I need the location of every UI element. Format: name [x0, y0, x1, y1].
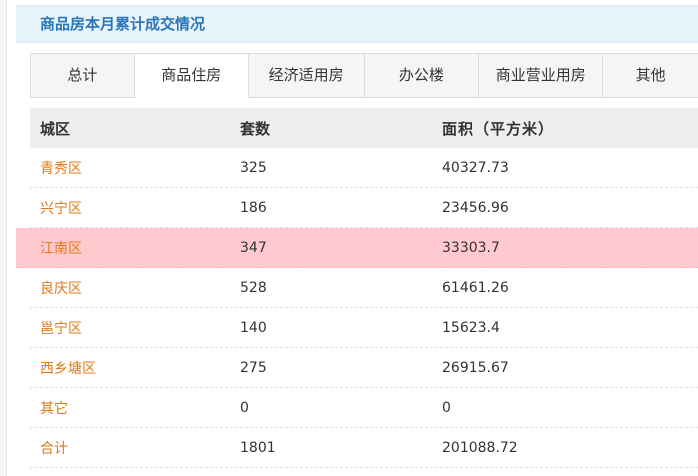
table-row: 良庆区 528 61461.26: [30, 268, 698, 308]
table-row-highlighted: 江南区 347 33303.7: [16, 228, 698, 268]
panel-title: 商品房本月累计成交情况: [40, 15, 206, 33]
district-link[interactable]: 西乡塘区: [40, 361, 96, 377]
tab-total[interactable]: 总计: [31, 54, 135, 97]
units-cell: 275: [240, 359, 267, 376]
units-cell: 0: [240, 399, 249, 416]
area-cell: 61461.26: [442, 279, 509, 296]
district-link[interactable]: 江南区: [40, 241, 82, 257]
area-cell: 26915.67: [442, 359, 509, 376]
table-row: 西乡塘区 275 26915.67: [30, 348, 698, 388]
area-cell: 33303.7: [442, 239, 500, 256]
district-link[interactable]: 青秀区: [40, 161, 82, 177]
transactions-table: 城区 套数 面积（平方米） 青秀区 325 40327.73 兴宁区 186 2…: [16, 108, 698, 468]
table-row: 其它 0 0: [30, 388, 698, 428]
units-cell: 186: [240, 199, 267, 216]
area-cell: 0: [442, 399, 451, 416]
column-header-area: 面积（平方米）: [442, 119, 555, 138]
panel-header: 商品房本月累计成交情况: [16, 5, 698, 43]
units-cell: 528: [240, 279, 267, 296]
units-cell: 347: [240, 239, 267, 256]
tab-other[interactable]: 其他: [603, 54, 698, 97]
left-sidebar-edge: [0, 0, 7, 476]
district-link[interactable]: 其它: [40, 401, 68, 417]
table-header: 城区 套数 面积（平方米）: [30, 108, 698, 148]
tab-affordable-housing[interactable]: 经济适用房: [248, 54, 365, 97]
property-type-tabs: 总计 商品住房 经济适用房 办公楼 商业营业用房 其他: [30, 53, 698, 98]
monthly-transactions-panel: 商品房本月累计成交情况 总计 商品住房 经济适用房 办公楼 商业营业用房 其他 …: [16, 0, 698, 476]
table-row: 青秀区 325 40327.73: [30, 148, 698, 188]
units-cell: 325: [240, 159, 267, 176]
area-cell: 15623.4: [442, 319, 500, 336]
units-cell: 1801: [240, 439, 276, 456]
column-header-district: 城区: [40, 119, 71, 138]
district-link[interactable]: 邕宁区: [40, 321, 82, 337]
district-link[interactable]: 良庆区: [40, 281, 82, 297]
area-cell: 23456.96: [442, 199, 509, 216]
table-row: 邕宁区 140 15623.4: [30, 308, 698, 348]
district-link[interactable]: 合计: [40, 441, 68, 457]
area-cell: 40327.73: [442, 159, 509, 176]
tab-commercial-housing[interactable]: 商品住房: [134, 54, 249, 98]
area-cell: 201088.72: [442, 439, 518, 456]
table-row-total: 合计 1801 201088.72: [30, 428, 698, 468]
units-cell: 140: [240, 319, 267, 336]
district-link[interactable]: 兴宁区: [40, 201, 82, 217]
tab-commercial-business[interactable]: 商业营业用房: [479, 54, 604, 97]
column-header-units: 套数: [240, 119, 271, 138]
table-row: 兴宁区 186 23456.96: [30, 188, 698, 228]
tab-office[interactable]: 办公楼: [364, 54, 480, 97]
